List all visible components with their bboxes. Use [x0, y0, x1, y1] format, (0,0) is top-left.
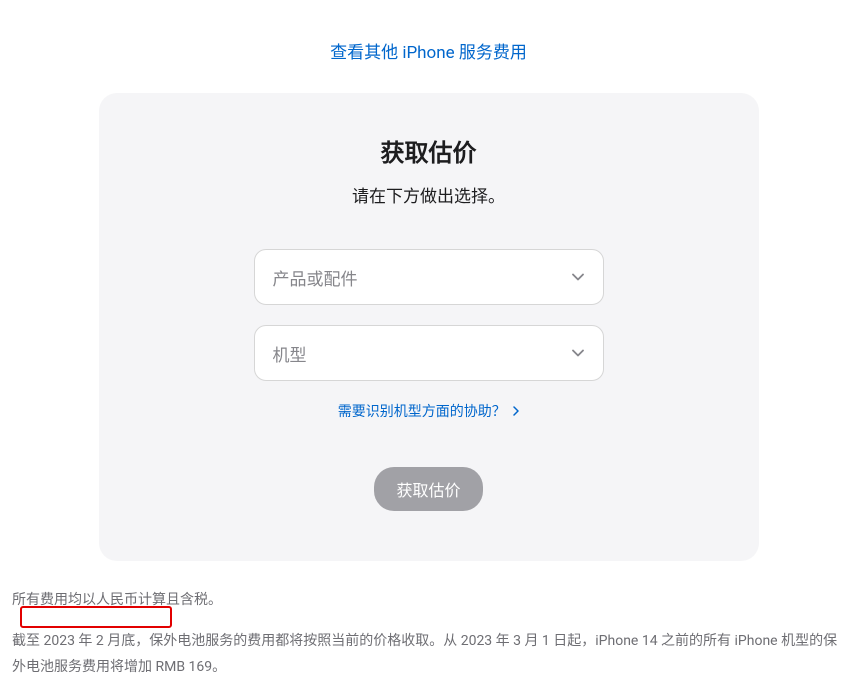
card-subtitle: 请在下方做出选择。 [149, 182, 709, 207]
help-link-container: 需要识别机型方面的协助？ [149, 401, 709, 421]
chevron-down-icon [571, 270, 585, 284]
footer-line-1: 所有费用均以人民币计算且含税。 [12, 587, 845, 614]
help-link-text: 需要识别机型方面的协助？ [338, 404, 506, 420]
model-select-wrapper: 机型 [254, 325, 604, 381]
top-link-container: 查看其他 iPhone 服务费用 [0, 0, 857, 93]
get-estimate-button[interactable]: 获取估价 [374, 467, 482, 511]
product-select-placeholder: 产品或配件 [273, 265, 571, 290]
model-select[interactable]: 机型 [254, 325, 604, 381]
card-title: 获取估价 [149, 133, 709, 168]
chevron-down-icon [571, 346, 585, 360]
model-select-placeholder: 机型 [273, 341, 571, 366]
other-services-link[interactable]: 查看其他 iPhone 服务费用 [330, 43, 527, 63]
product-select[interactable]: 产品或配件 [254, 249, 604, 305]
identify-model-help-link[interactable]: 需要识别机型方面的协助？ [338, 404, 519, 420]
footer-line-2: 截至 2023 年 2 月底，保外电池服务的费用都将按照当前的价格收取。从 20… [12, 628, 845, 681]
estimate-card: 获取估价 请在下方做出选择。 产品或配件 机型 需要识别机型方面的协助？ 获取估… [99, 93, 759, 561]
chevron-right-icon [513, 404, 519, 420]
product-select-wrapper: 产品或配件 [254, 249, 604, 305]
